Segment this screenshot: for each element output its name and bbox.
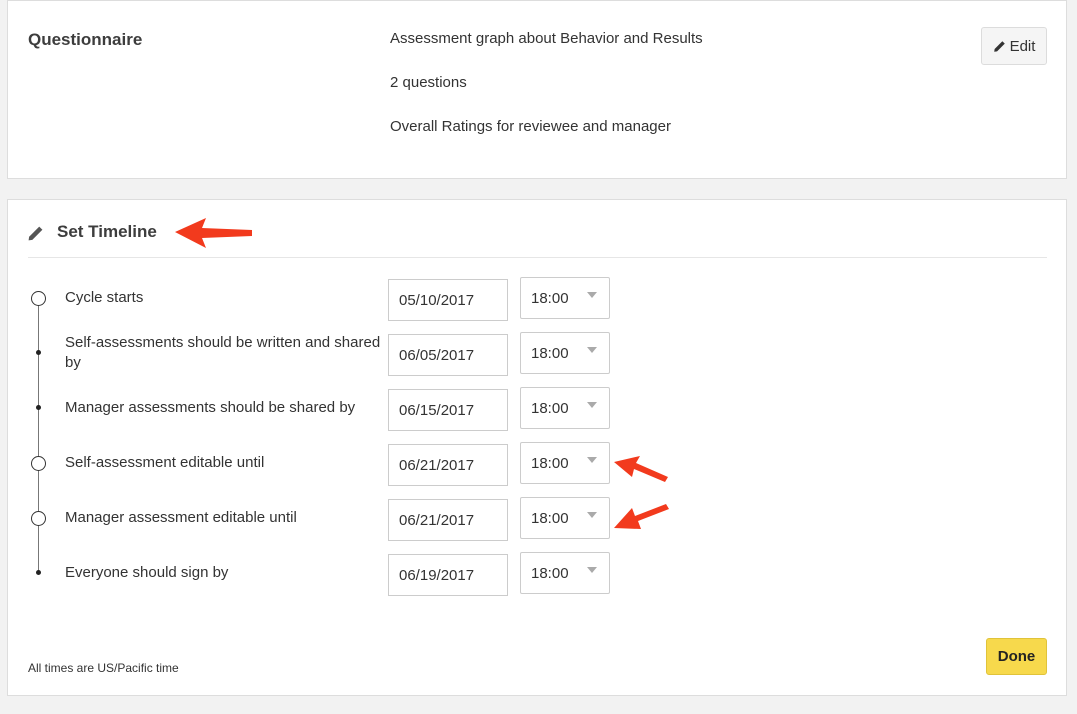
time-select-manager-assessments-shared[interactable]: 18:00: [520, 387, 610, 429]
time-value: 18:00: [531, 289, 569, 307]
time-select-self-assessment-editable[interactable]: 18:00: [520, 442, 610, 484]
timeline-label-cycle-starts: Cycle starts: [65, 289, 144, 306]
questionnaire-ratings-info: Overall Ratings for reviewee and manager: [390, 118, 671, 135]
date-input-self-assessment-editable[interactable]: 06/21/2017: [388, 444, 508, 486]
timeline-label-self-assessment-editable: Self-assessment editable until: [65, 454, 265, 471]
date-input-everyone-sign[interactable]: 06/19/2017: [388, 554, 508, 596]
time-value: 18:00: [531, 344, 569, 362]
time-value: 18:00: [531, 399, 569, 417]
caret-down-icon: [587, 457, 597, 463]
questionnaire-question-count: 2 questions: [390, 74, 467, 91]
questionnaire-title: Questionnaire: [28, 30, 143, 49]
done-button[interactable]: Done: [986, 638, 1047, 675]
timeline-label-self-assessments-shared: Self-assessments should be written and s…: [65, 334, 381, 371]
questionnaire-card: Questionnaire Assessment graph about Beh…: [7, 0, 1067, 179]
timeline-card: Set Timeline Cycle starts 05/10/2017 18:…: [7, 199, 1067, 696]
pencil-icon: [993, 40, 1006, 53]
time-select-cycle-starts[interactable]: 18:00: [520, 277, 610, 319]
timeline-rail: [38, 303, 39, 573]
time-value: 18:00: [531, 454, 569, 472]
timeline-label-manager-assessments-shared: Manager assessments should be shared by: [65, 399, 356, 416]
questionnaire-description: Assessment graph about Behavior and Resu…: [390, 30, 703, 47]
time-select-self-assessments-shared[interactable]: 18:00: [520, 332, 610, 374]
caret-down-icon: [587, 347, 597, 353]
annotation-arrow-icon: [614, 456, 668, 482]
caret-down-icon: [587, 567, 597, 573]
caret-down-icon: [587, 292, 597, 298]
time-select-everyone-sign[interactable]: 18:00: [520, 552, 610, 594]
date-input-manager-assessments-shared[interactable]: 06/15/2017: [388, 389, 508, 431]
time-value: 18:00: [531, 509, 569, 527]
divider: [28, 257, 1047, 258]
date-input-manager-assessment-editable[interactable]: 06/21/2017: [388, 499, 508, 541]
timeline-title: Set Timeline: [57, 222, 157, 241]
pencil-icon: [27, 225, 44, 242]
time-select-manager-assessment-editable[interactable]: 18:00: [520, 497, 610, 539]
timeline-label-everyone-sign: Everyone should sign by: [65, 564, 229, 581]
timeline-label-manager-assessment-editable: Manager assessment editable until: [65, 509, 297, 526]
annotation-arrow-icon: [175, 218, 252, 248]
date-input-self-assessments-shared[interactable]: 06/05/2017: [388, 334, 508, 376]
timeline-marker-dot: [36, 350, 41, 355]
date-input-cycle-starts[interactable]: 05/10/2017: [388, 279, 508, 321]
timeline-marker-dot: [36, 405, 41, 410]
timeline-marker-circle: [31, 456, 46, 471]
timeline-marker-circle: [31, 291, 46, 306]
timezone-footnote: All times are US/Pacific time: [28, 661, 179, 675]
caret-down-icon: [587, 512, 597, 518]
annotation-arrow-icon: [614, 504, 669, 529]
timeline-marker-dot: [36, 570, 41, 575]
edit-button[interactable]: Edit: [981, 27, 1047, 65]
time-value: 18:00: [531, 564, 569, 582]
edit-button-label: Edit: [1009, 37, 1036, 55]
timeline-marker-circle: [31, 511, 46, 526]
caret-down-icon: [587, 402, 597, 408]
